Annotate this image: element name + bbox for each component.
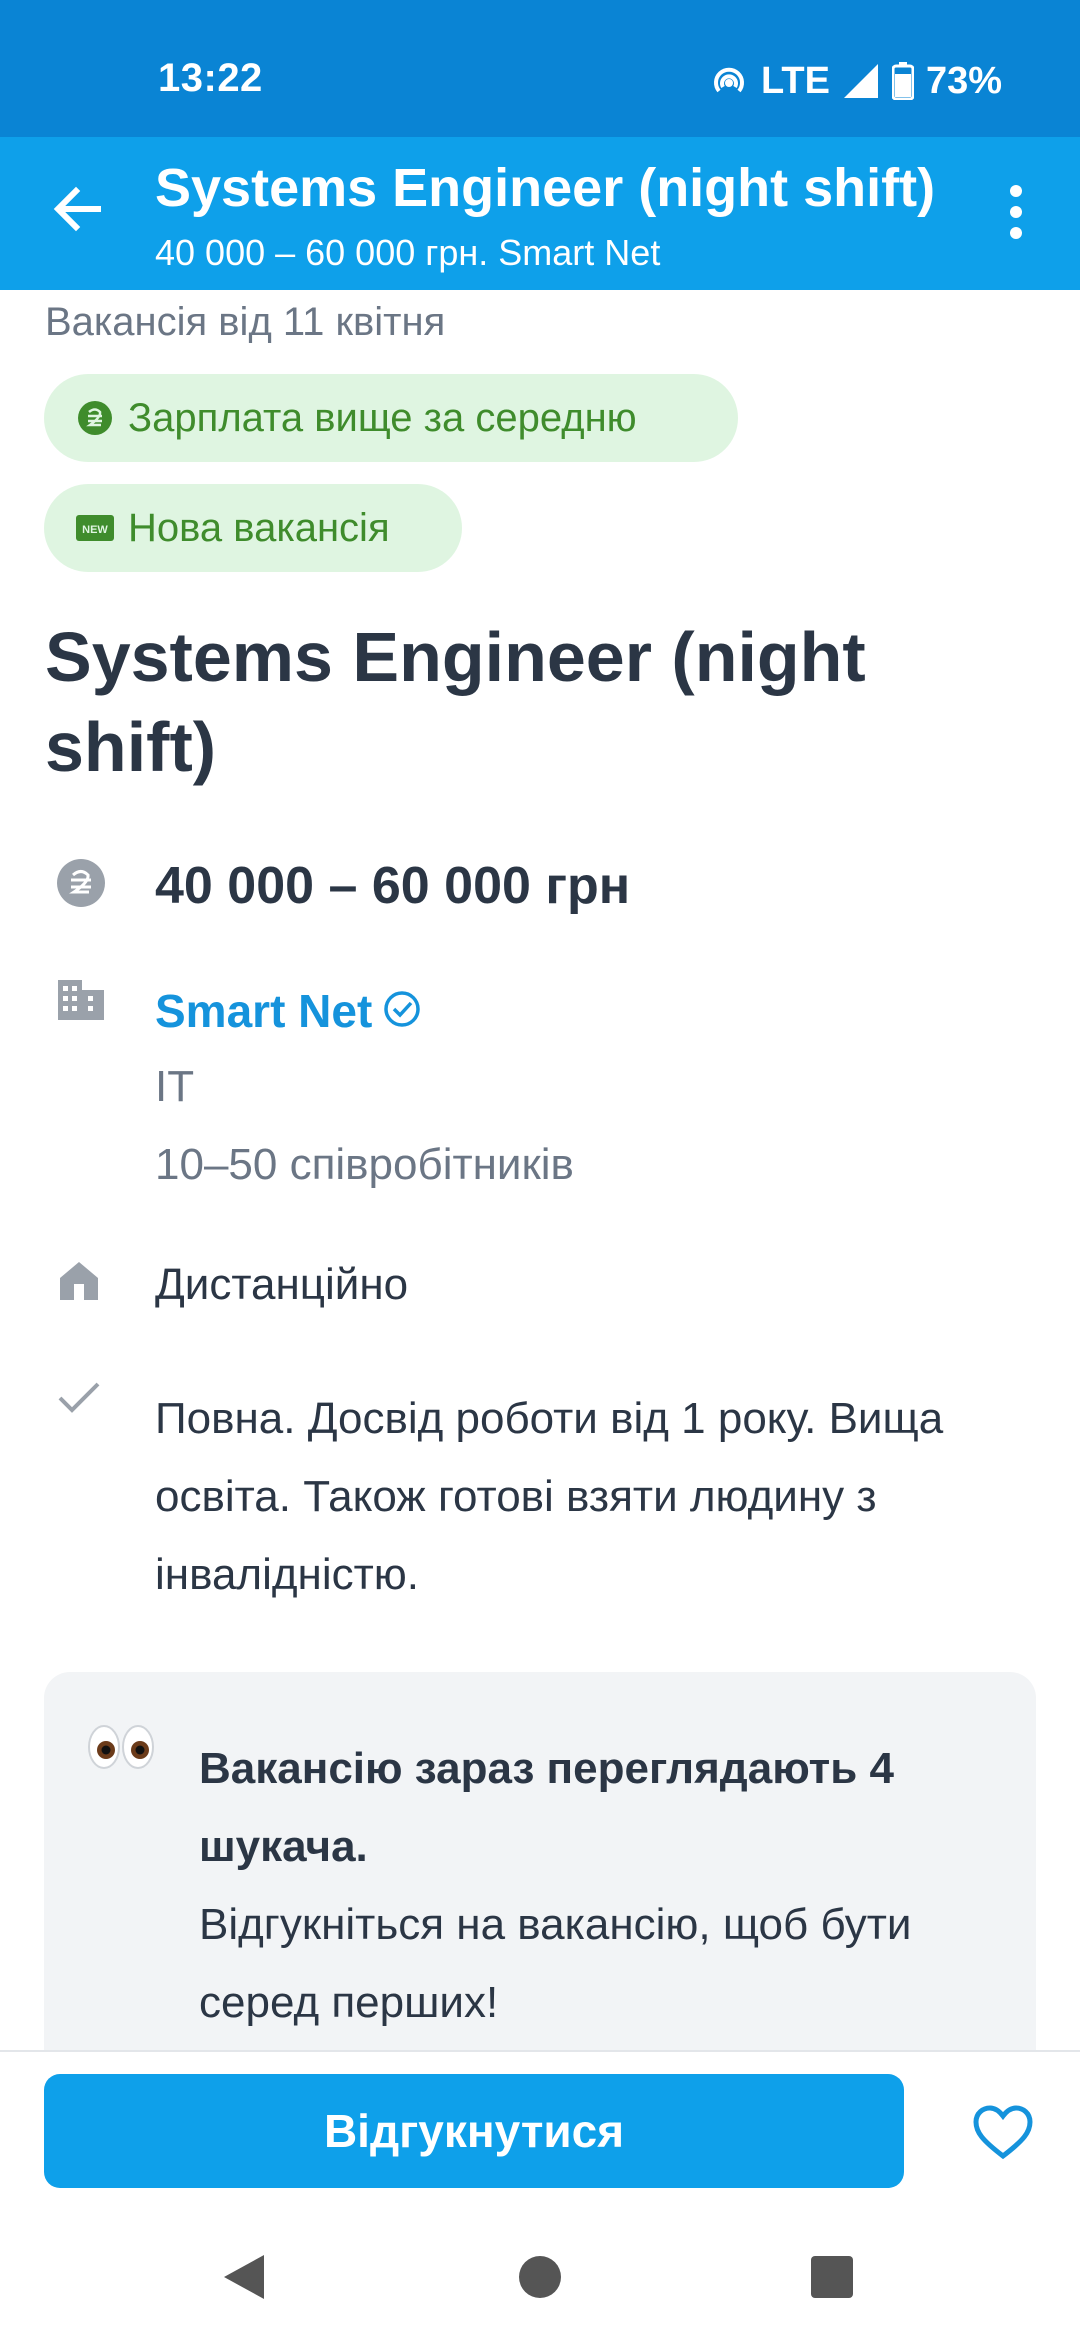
hotspot-icon xyxy=(709,61,749,101)
building-icon xyxy=(56,976,106,1026)
new-badge-icon: NEW xyxy=(76,509,114,547)
hryvnia-circle-icon xyxy=(76,399,114,437)
viewers-count-text: Вакансію зараз переглядають 4 шукача. xyxy=(199,1744,894,1871)
nav-recents-icon[interactable] xyxy=(810,2255,854,2304)
badge-label: Нова вакансія xyxy=(128,505,390,550)
battery-icon xyxy=(891,62,914,100)
nav-home-icon[interactable] xyxy=(518,2255,562,2304)
salary: 40 000 – 60 000 грн xyxy=(155,857,631,915)
status-bar: 13:22 LTE 73% xyxy=(0,0,1080,137)
app-bar: Systems Engineer (night shift) 40 000 – … xyxy=(0,137,1080,290)
system-navigation-bar xyxy=(0,2215,1080,2340)
hryvnia-icon xyxy=(56,858,106,908)
arrow-back-icon[interactable] xyxy=(46,177,110,241)
company-name[interactable]: Smart Net xyxy=(155,984,372,1038)
company-size: 10–50 співробітників xyxy=(155,1140,574,1189)
company-link[interactable]: Smart Net xyxy=(155,984,422,1038)
job-title: Systems Engineer (night shift) xyxy=(45,618,866,786)
app-bar-title: Systems Engineer (night shift) xyxy=(155,158,936,218)
eyes-emoji-icon xyxy=(86,1722,156,1772)
badge-new-vacancy: NEW Нова вакансія xyxy=(44,484,462,572)
svg-text:NEW: NEW xyxy=(82,524,108,536)
battery-level: 73% xyxy=(925,59,1002,102)
status-time: 13:22 xyxy=(158,56,263,100)
signal-icon xyxy=(842,62,880,100)
badge-label: Зарплата вище за середню xyxy=(128,395,637,440)
app-bar-subtitle: 40 000 – 60 000 грн. Smart Net xyxy=(155,232,661,273)
more-vert-icon[interactable] xyxy=(998,177,1034,247)
viewers-card: Вакансію зараз переглядають 4 шукача. Ві… xyxy=(44,1672,1036,2052)
network-type: LTE xyxy=(760,59,830,102)
company-industry: IT xyxy=(155,1062,195,1111)
home-icon xyxy=(56,1258,106,1308)
heart-outline-icon[interactable] xyxy=(972,2104,1034,2160)
nav-back-icon[interactable] xyxy=(222,2253,266,2306)
posted-date: Вакансія від 11 квітня xyxy=(45,300,446,344)
verified-icon xyxy=(382,984,422,1038)
viewers-call-to-action: Відгукніться на вакансію, щоб бути серед… xyxy=(199,1900,912,2027)
status-icons: LTE 73% xyxy=(709,56,1002,106)
apply-button[interactable]: Відгукнутися xyxy=(44,2074,904,2188)
work-mode: Дистанційно xyxy=(155,1260,409,1309)
check-icon xyxy=(56,1378,106,1428)
requirements: Повна. Досвід роботи від 1 року. Вища ос… xyxy=(155,1394,944,1599)
bottom-action-bar: Відгукнутися xyxy=(0,2050,1080,2217)
badge-salary-above-average: Зарплата вище за середню xyxy=(44,374,738,462)
